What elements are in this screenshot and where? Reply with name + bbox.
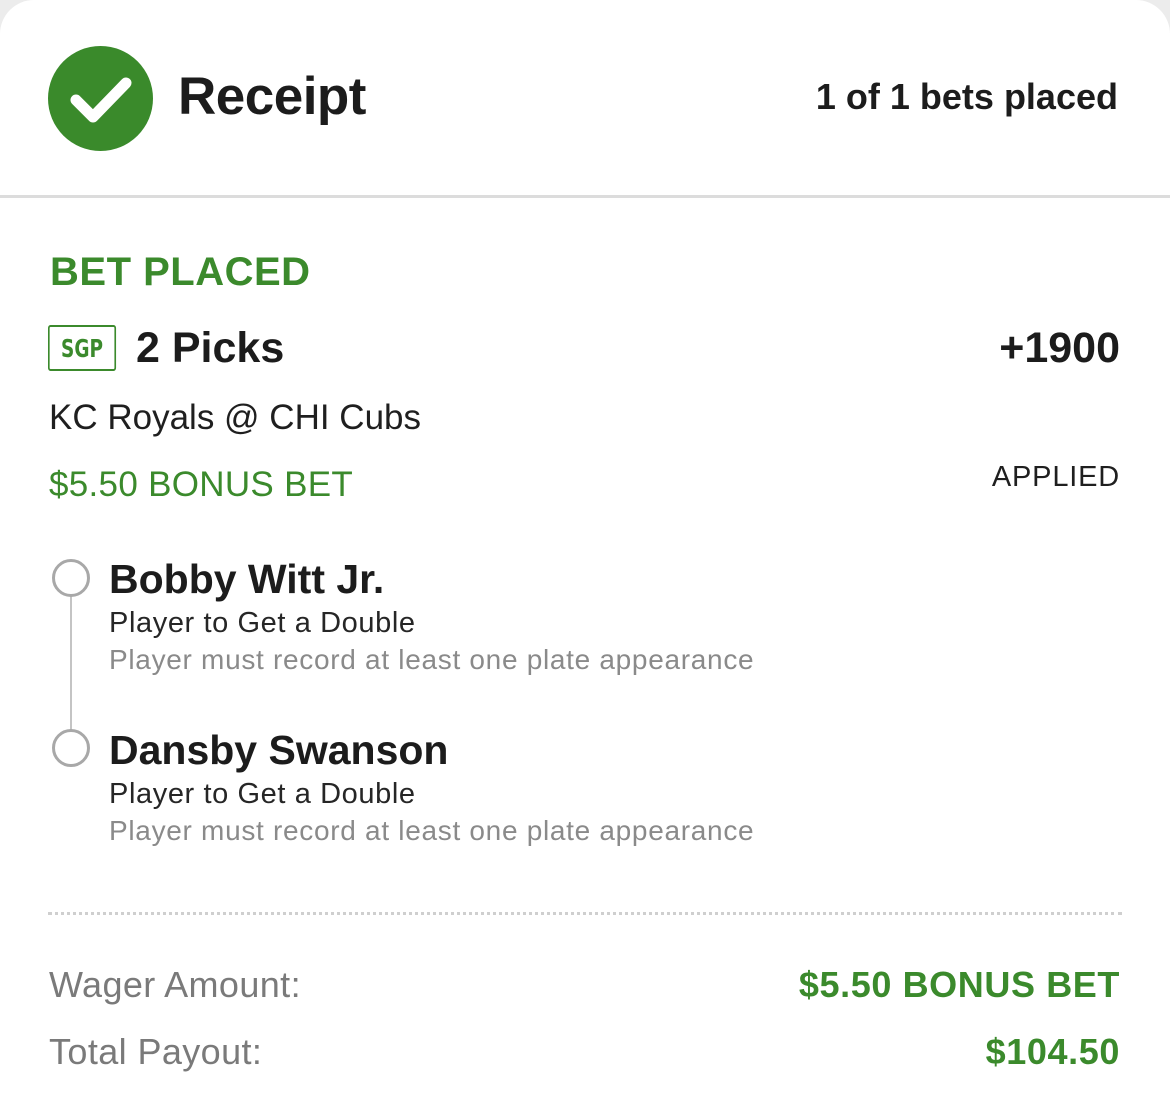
leg-market: Player to Get a Double	[109, 778, 416, 810]
leg-note: Player must record at least one plate ap…	[109, 815, 755, 846]
legs-timeline	[70, 590, 72, 738]
checkmark-circle-icon	[48, 46, 153, 151]
total-payout-label: Total Payout:	[49, 1031, 263, 1072]
leg-market: Player to Get a Double	[109, 607, 416, 639]
summary-divider	[48, 912, 1122, 915]
sgp-badge: SGP	[48, 325, 117, 371]
empty-circle-icon	[52, 559, 90, 597]
bonus-bet-label: $5.50 BONUS BET	[49, 465, 354, 504]
bet-odds: +1900	[999, 324, 1120, 372]
page-title: Receipt	[178, 67, 366, 126]
wager-amount-label: Wager Amount:	[49, 964, 301, 1005]
wager-amount-value: $5.50 BONUS BET	[798, 964, 1120, 1005]
game-matchup: KC Royals @ CHI Cubs	[49, 398, 422, 437]
bet-status: BET PLACED	[50, 250, 311, 294]
bets-placed-count: 1 of 1 bets placed	[815, 76, 1118, 117]
empty-circle-icon	[52, 729, 90, 767]
leg-note: Player must record at least one plate ap…	[109, 644, 755, 675]
receipt-header: Receipt 1 of 1 bets placed	[0, 0, 1170, 198]
leg-player: Dansby Swanson	[109, 727, 449, 773]
picks-count: 2 Picks	[136, 324, 285, 372]
receipt-card: Receipt 1 of 1 bets placed BET PLACED SG…	[0, 0, 1170, 1104]
leg-player: Bobby Witt Jr.	[109, 556, 385, 602]
total-payout-value: $104.50	[985, 1031, 1120, 1072]
applied-status: APPLIED	[991, 461, 1120, 493]
